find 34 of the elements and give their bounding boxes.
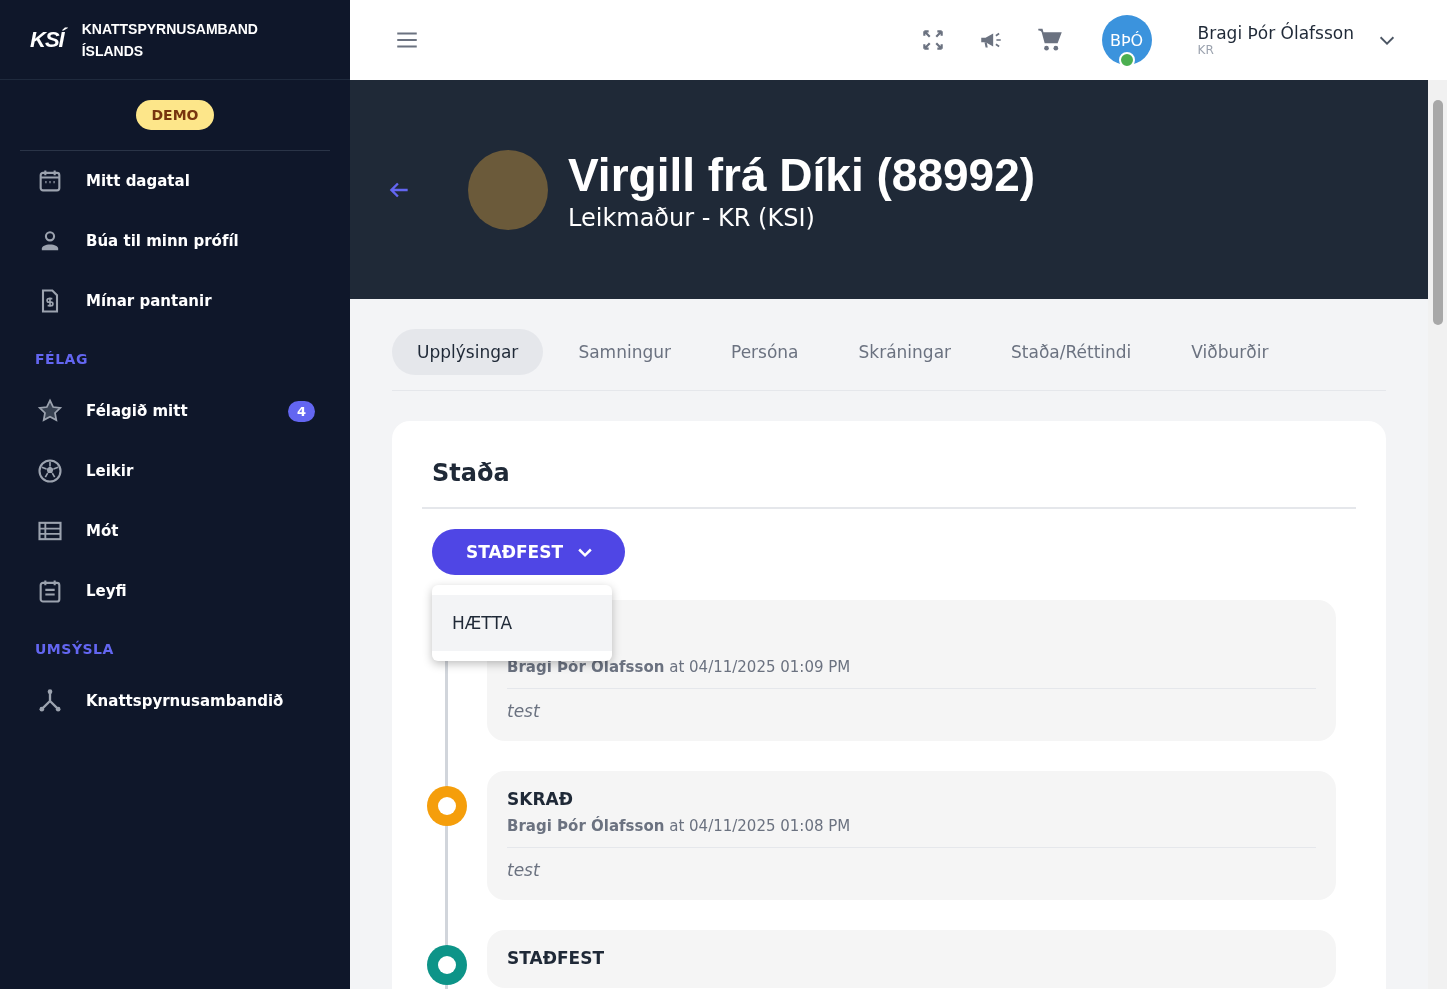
player-role: Leikmaður - KR (KSI) — [568, 203, 816, 232]
nav-item[interactable]: Mínar pantanir — [0, 271, 350, 331]
user-club: KR — [1197, 43, 1215, 57]
nav-item[interactable]: Mitt dagatal — [0, 151, 350, 211]
ball-icon — [36, 457, 64, 485]
tab[interactable]: Staða/Réttindi — [986, 329, 1157, 375]
entry-note: test — [507, 701, 541, 721]
nav-item[interactable]: Mót — [0, 501, 350, 561]
org-name: KNATTSPYRNUSAMBAND ÍSLANDS — [81, 19, 259, 61]
entry-meta: Bragi Þór Ólafsson at 04/11/2025 01:08 PM — [507, 817, 1316, 848]
tab[interactable]: Samningur — [553, 329, 696, 375]
status-label: STAÐFEST — [507, 948, 605, 968]
card-title: Staða — [422, 459, 1356, 509]
nav-item[interactable]: Knattspyrnusambandið — [0, 671, 350, 731]
user-name: Bragi Þór Ólafsson — [1197, 23, 1354, 43]
env-badge: DEMO — [136, 100, 214, 130]
nav-item[interactable]: Leyfi — [0, 561, 350, 621]
count-badge: 4 — [287, 400, 315, 422]
nav-item[interactable]: Leikir — [0, 441, 350, 501]
tab[interactable]: Persóna — [706, 329, 824, 375]
entry-meta: Bragi Þór Ólafsson at 04/11/2025 01:09 PM — [507, 658, 1316, 689]
player-name: Virgill frá Díki (88992) — [568, 147, 1036, 202]
status-label: SKRAÐ — [507, 789, 574, 809]
status-dropdown-button[interactable]: STAÐFEST — [432, 529, 625, 575]
menu-item[interactable]: HÆTTA — [432, 595, 612, 651]
tab[interactable]: Viðburðir — [1166, 329, 1294, 375]
section-heading: UMSÝSLA — [34, 639, 115, 659]
scrollbar[interactable] — [1428, 80, 1447, 989]
nav-item[interactable]: Búa til minn prófíl — [0, 211, 350, 271]
entry-note: test — [507, 860, 541, 880]
nav-item[interactable]: Félagið mitt 4 — [0, 381, 350, 441]
tab[interactable]: Skráningar — [833, 329, 977, 375]
section-heading: FÉLAG — [34, 350, 89, 369]
tab[interactable]: Upplýsingar — [392, 329, 544, 375]
